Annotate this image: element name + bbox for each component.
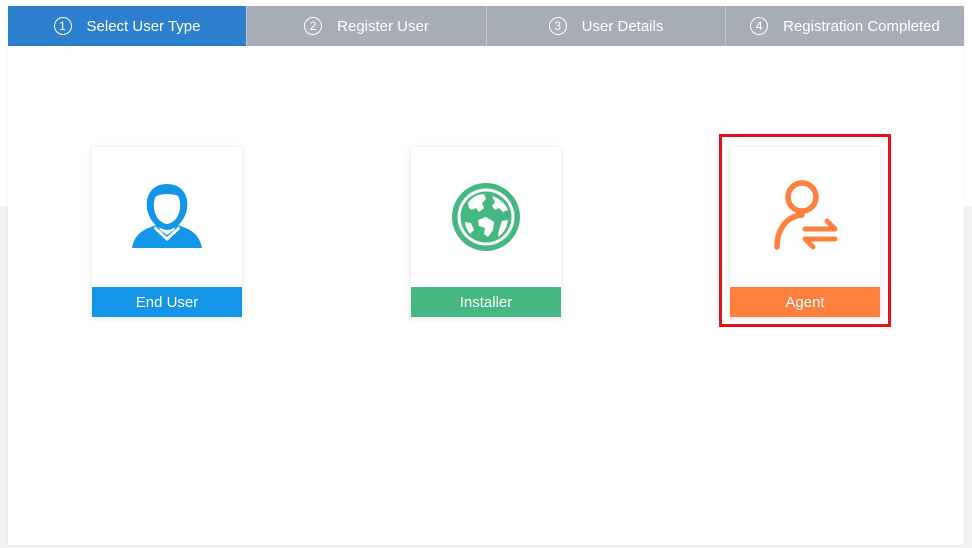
agent-exchange-icon [730,147,880,287]
agent-label: Agent [730,287,880,317]
step-select-user-type: 1 Select User Type [8,6,246,46]
step-number: 4 [750,17,769,35]
agent-card[interactable]: Agent [730,147,880,317]
step-register-user: 2 Register User [246,6,486,46]
end-user-label: End User [92,287,242,317]
step-number: 2 [304,17,323,35]
installer-card[interactable]: Installer [411,147,561,317]
step-number: 1 [53,17,72,35]
step-label: Registration Completed [783,17,940,35]
step-label: Register User [337,17,429,35]
user-icon [92,147,242,287]
installer-label: Installer [411,287,561,317]
globe-icon [411,147,561,287]
registration-panel: 1 Select User Type 2 Register User 3 Use… [8,6,964,545]
step-progress-bar: 1 Select User Type 2 Register User 3 Use… [8,6,964,46]
end-user-card[interactable]: End User [92,147,242,317]
step-label: Select User Type [86,17,201,35]
step-number: 3 [548,17,567,35]
step-label: User Details [581,17,664,35]
step-registration-completed: 4 Registration Completed [725,6,964,46]
step-user-details: 3 User Details [486,6,725,46]
